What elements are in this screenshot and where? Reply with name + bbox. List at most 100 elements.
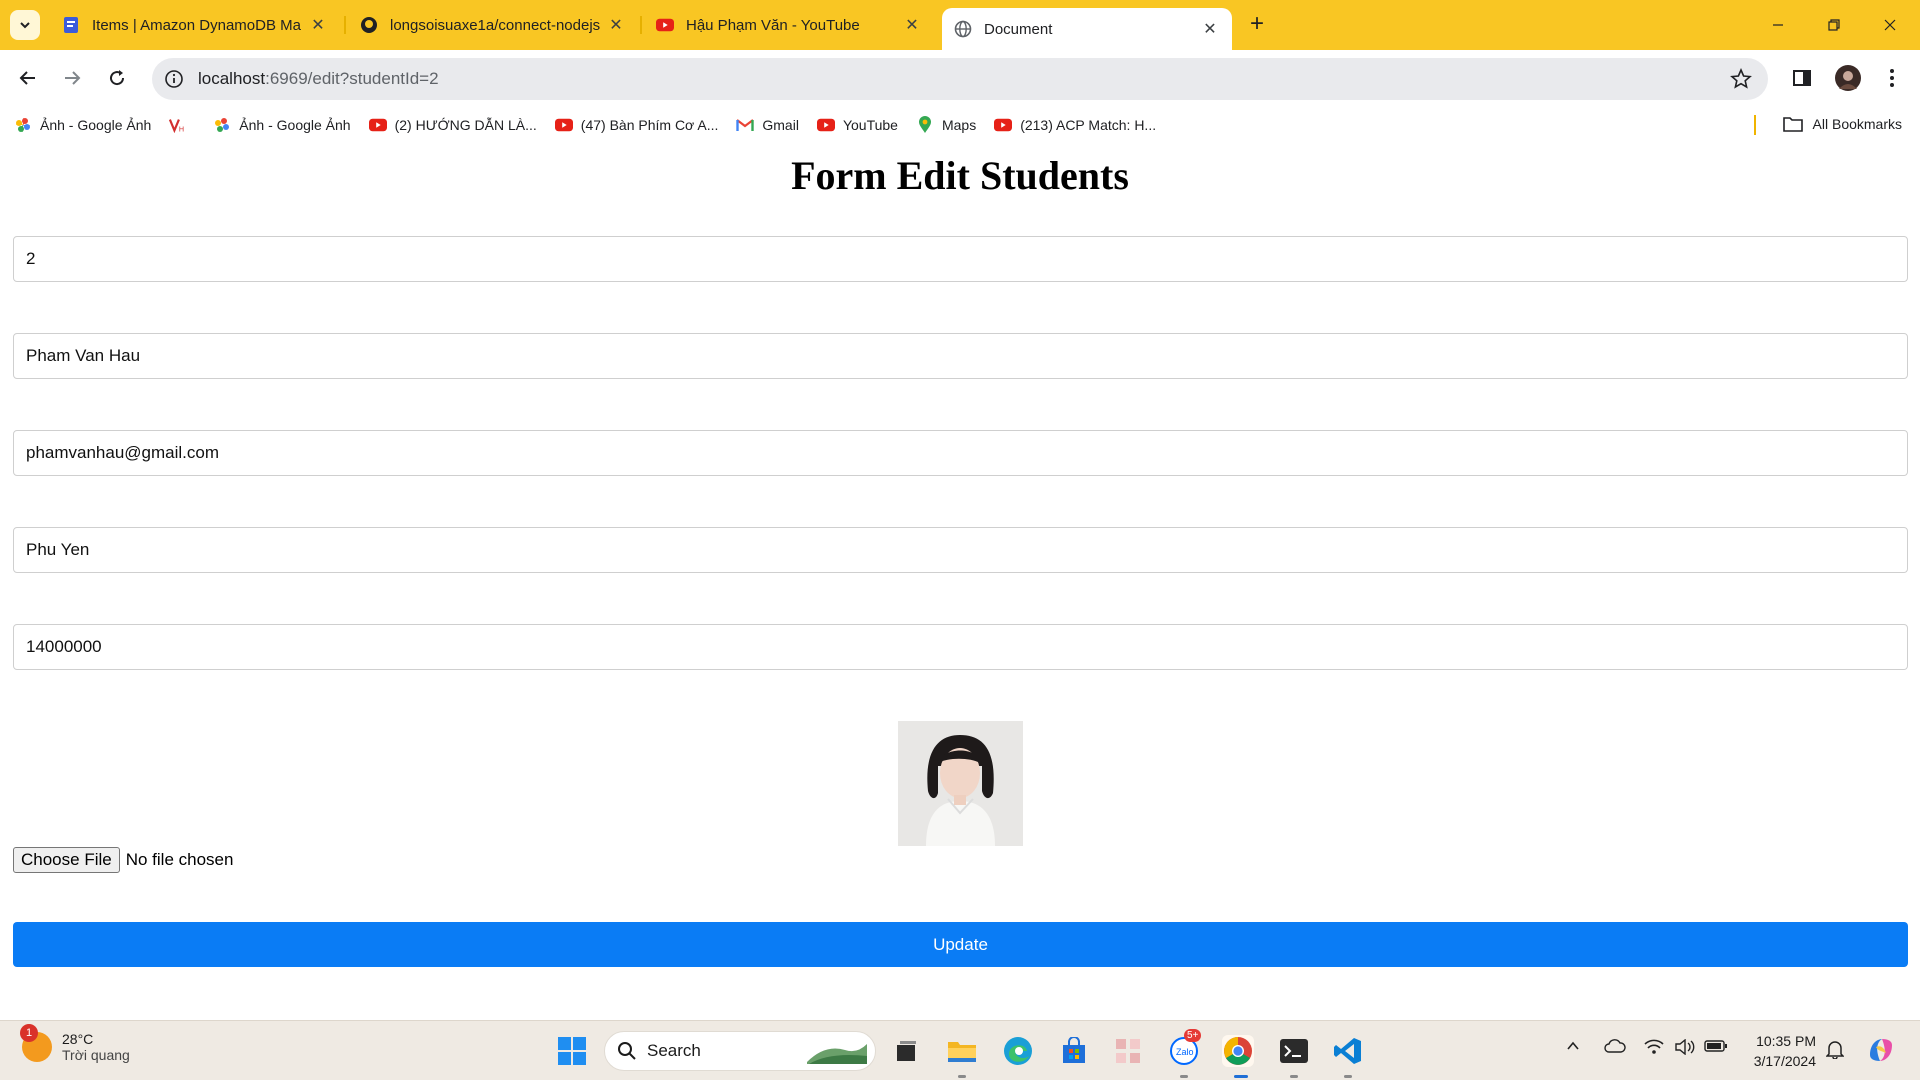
- all-bookmarks-label: All Bookmarks: [1812, 116, 1902, 132]
- close-icon: [1884, 19, 1896, 31]
- url-host: localhost: [198, 69, 266, 88]
- tab-youtube[interactable]: Hậu Phạm Văn - YouTube ✕: [644, 8, 934, 42]
- tab-divider: [344, 16, 346, 34]
- edge-button[interactable]: [1002, 1035, 1034, 1067]
- student-name-input[interactable]: [13, 333, 1908, 379]
- bookmark-label: YouTube: [842, 117, 898, 133]
- notifications-button[interactable]: [1826, 1039, 1844, 1059]
- more-vert-icon: [1890, 69, 1894, 87]
- edge-icon: [1004, 1037, 1032, 1065]
- active-indicator: [1234, 1075, 1248, 1078]
- store-icon: [1063, 1037, 1085, 1063]
- close-icon[interactable]: ✕: [606, 15, 626, 35]
- github-icon: [360, 16, 378, 34]
- student-address-input[interactable]: [13, 527, 1908, 573]
- youtube-icon: [994, 117, 1013, 133]
- bookmark-youtube-1[interactable]: (2) HƯỚNG DẪN LÀ...: [368, 117, 537, 133]
- student-email-input[interactable]: [13, 430, 1908, 476]
- tab-divider: [640, 16, 642, 34]
- weather-widget[interactable]: 1 28°C Trời quang: [20, 1024, 130, 1063]
- svg-text:Zalo: Zalo: [1176, 1047, 1194, 1057]
- battery-icon: [1704, 1040, 1727, 1052]
- reload-button[interactable]: [101, 62, 133, 94]
- search-icon: [618, 1042, 636, 1060]
- gmail-icon: [736, 117, 755, 133]
- onedrive-button[interactable]: [1604, 1039, 1626, 1053]
- weather-temperature: 28°C: [62, 1031, 94, 1047]
- bookmark-google-photos-2[interactable]: Ảnh - Google Ảnh: [213, 117, 351, 133]
- url-text[interactable]: localhost:6969/edit?studentId=2: [198, 69, 439, 89]
- address-bar[interactable]: localhost:6969/edit?studentId=2: [152, 58, 1768, 100]
- file-status: No file chosen: [125, 850, 234, 869]
- zalo-badge: 5+: [1184, 1029, 1202, 1042]
- clock-date: 3/17/2024: [1753, 1053, 1816, 1069]
- bookmark-label: Gmail: [762, 117, 799, 133]
- arrow-right-icon: [65, 71, 81, 85]
- zalo-button[interactable]: Zalo 5+: [1168, 1029, 1202, 1067]
- vscode-icon: [1334, 1038, 1361, 1064]
- battery-button[interactable]: [1704, 1039, 1728, 1053]
- back-button[interactable]: [12, 62, 44, 94]
- student-amount-input[interactable]: [13, 624, 1908, 670]
- volume-button[interactable]: [1674, 1039, 1696, 1055]
- task-view-button[interactable]: [890, 1035, 922, 1067]
- minimize-button[interactable]: [1758, 10, 1798, 40]
- tab-dynamodb[interactable]: Items | Amazon DynamoDB Ma ✕: [50, 8, 340, 42]
- task-view-icon: [897, 1041, 916, 1061]
- forward-button[interactable]: [56, 62, 88, 94]
- bookmark-youtube-3[interactable]: YouTube: [816, 117, 898, 133]
- file-explorer-button[interactable]: [946, 1035, 978, 1067]
- close-icon[interactable]: ✕: [1200, 19, 1220, 39]
- terminal-icon: [1280, 1039, 1308, 1063]
- choose-file-button[interactable]: Choose File: [13, 847, 120, 873]
- bookmark-google-photos[interactable]: Ảnh - Google Ảnh: [14, 117, 151, 133]
- svg-text:H: H: [179, 124, 184, 133]
- start-button[interactable]: [556, 1035, 588, 1067]
- bookmark-maps[interactable]: Maps: [916, 116, 976, 133]
- youtube-icon: [368, 117, 387, 133]
- chevron-down-icon: [20, 22, 30, 29]
- copilot-button[interactable]: [1866, 1035, 1896, 1065]
- taskbar-search[interactable]: Search: [604, 1031, 876, 1071]
- maps-icon: [916, 116, 934, 133]
- new-tab-button[interactable]: +: [1244, 12, 1270, 38]
- profile-button[interactable]: [1832, 62, 1864, 94]
- bookmark-gmail[interactable]: Gmail: [736, 117, 799, 133]
- running-indicator: [1344, 1075, 1352, 1078]
- restore-button[interactable]: [1814, 10, 1854, 40]
- bookmark-youtube-2[interactable]: (47) Bàn Phím Cơ A...: [554, 117, 719, 133]
- tab-github[interactable]: longsoisuaxe1a/connect-nodejs ✕: [348, 8, 638, 42]
- browser-toolbar: localhost:6969/edit?studentId=2: [0, 50, 1920, 108]
- student-id-input[interactable]: [13, 236, 1908, 282]
- tab-document[interactable]: Document ✕: [942, 8, 1232, 50]
- side-panel-button[interactable]: [1786, 62, 1818, 94]
- bookmark-vh[interactable]: H: [169, 117, 195, 133]
- bookmark-label: (47) Bàn Phím Cơ A...: [580, 117, 719, 133]
- site-info-icon[interactable]: [164, 69, 184, 89]
- bookmark-label: Ảnh - Google Ảnh: [40, 117, 152, 133]
- star-icon[interactable]: [1730, 68, 1752, 90]
- running-indicator: [958, 1075, 966, 1078]
- menu-button[interactable]: [1876, 62, 1908, 94]
- all-bookmarks-button[interactable]: All Bookmarks: [1782, 116, 1902, 132]
- update-button[interactable]: Update: [13, 922, 1908, 967]
- speaker-icon: [1675, 1039, 1695, 1055]
- close-icon[interactable]: ✕: [308, 15, 328, 35]
- store-button[interactable]: [1058, 1035, 1090, 1067]
- chrome-icon: [1224, 1037, 1252, 1065]
- tab-search-button[interactable]: [10, 10, 40, 40]
- tab-title: Hậu Phạm Văn - YouTube: [686, 16, 860, 34]
- app-button[interactable]: [1112, 1035, 1144, 1067]
- chrome-button[interactable]: [1222, 1035, 1254, 1067]
- system-clock[interactable]: 10:35 PM 3/17/2024: [1740, 1031, 1816, 1071]
- show-hidden-icons-button[interactable]: [1566, 1039, 1580, 1053]
- vscode-button[interactable]: [1332, 1035, 1364, 1067]
- close-icon[interactable]: ✕: [902, 15, 922, 35]
- folder-icon: [1782, 117, 1803, 132]
- network-button[interactable]: [1644, 1039, 1664, 1055]
- side-panel-icon: [1793, 70, 1811, 86]
- bookmark-youtube-4[interactable]: (213) ACP Match: H...: [994, 117, 1156, 133]
- close-window-button[interactable]: [1870, 10, 1910, 40]
- terminal-button[interactable]: [1278, 1035, 1310, 1067]
- google-photos-icon: [213, 117, 231, 133]
